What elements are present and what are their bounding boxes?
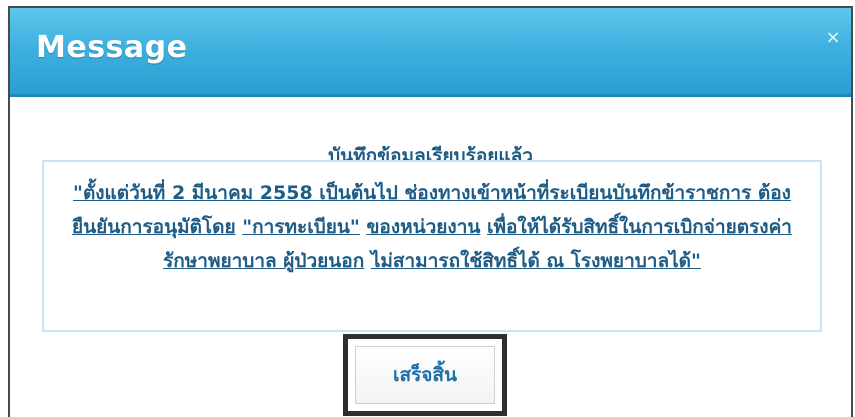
- ok-button-focus-outline: เสร็จสิ้น: [343, 334, 507, 416]
- notice-text: "ตั้งแต่วันที่ 2 มีนาคม 2558 เป็นต้นไป ช…: [64, 176, 800, 278]
- notice-link-hospital[interactable]: ไม่สามารถใช้สิทธิ์ได้ ณ โรงพยาบาลได้": [371, 250, 701, 272]
- finish-button[interactable]: เสร็จสิ้น: [355, 346, 495, 404]
- dialog-content: บันทึกข้อมูลเรียบร้อยแล้ว "ตั้งแต่วันที่…: [10, 97, 851, 417]
- notice-link-agency[interactable]: ของหน่วยงาน: [366, 216, 480, 238]
- dialog-titlebar: Message ×: [10, 8, 851, 97]
- message-dialog: Message × บันทึกข้อมูลเรียบร้อยแล้ว "ตั้…: [8, 6, 853, 417]
- dialog-title: Message: [36, 30, 188, 65]
- close-icon[interactable]: ×: [825, 29, 841, 47]
- notice-quoted-text: "การทะเบียน": [242, 216, 360, 238]
- notice-box: "ตั้งแต่วันที่ 2 มีนาคม 2558 เป็นต้นไป ช…: [42, 160, 822, 332]
